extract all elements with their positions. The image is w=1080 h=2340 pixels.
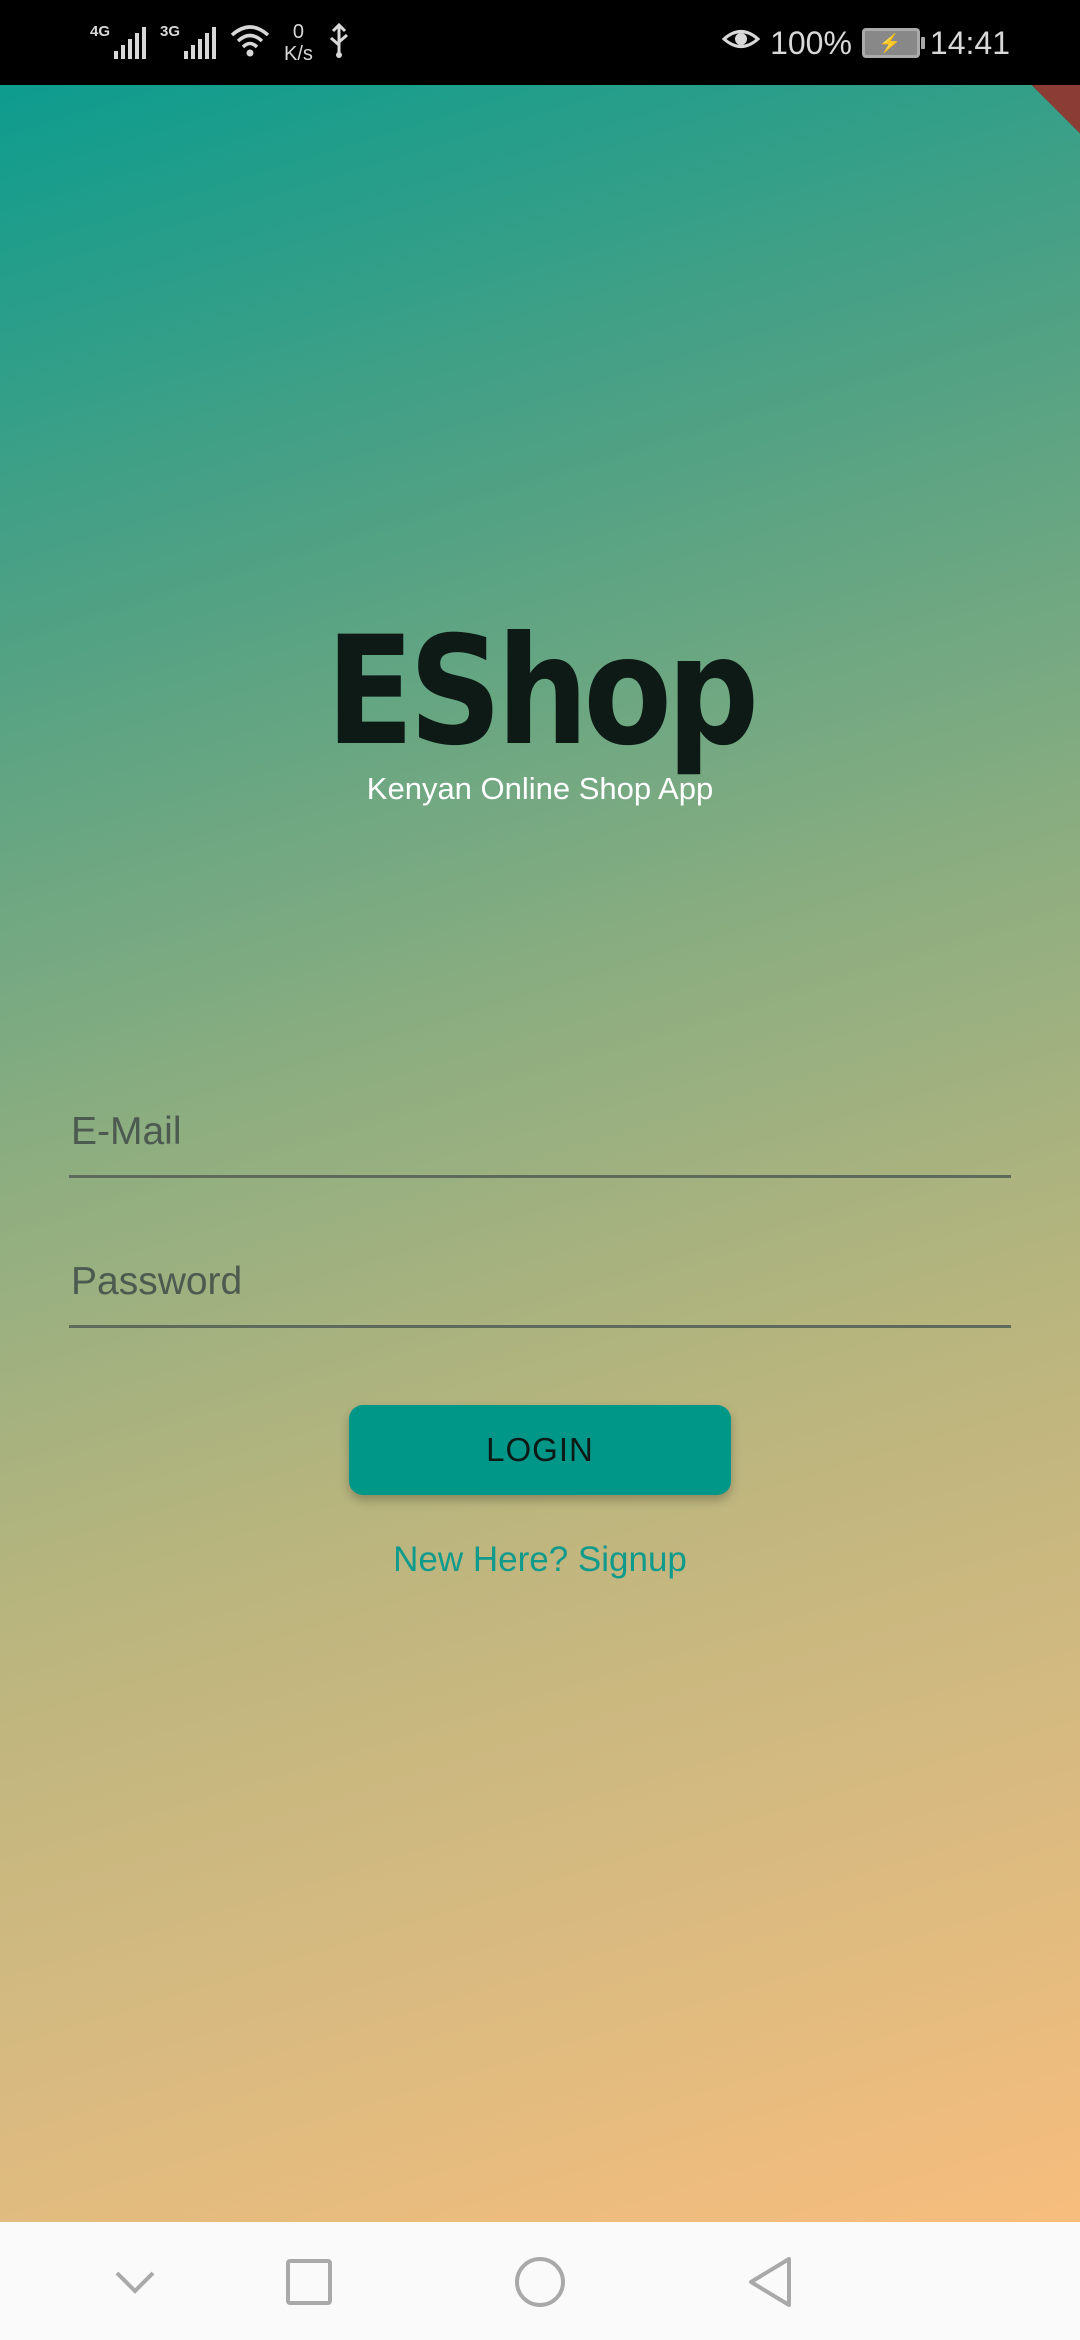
clock: 14:41	[929, 24, 1010, 61]
speed-unit: K/s	[284, 43, 313, 65]
password-field[interactable]	[69, 1235, 1015, 1328]
usb-icon	[327, 22, 351, 64]
email-field[interactable]	[69, 1085, 1015, 1178]
sim1-network-type: 4G	[90, 23, 111, 40]
recents-square-icon[interactable]	[279, 2252, 339, 2312]
speed-value: 0	[292, 21, 305, 43]
debug-ribbon	[999, 85, 1080, 159]
network-speed: 0 K/s	[284, 21, 313, 65]
signup-link[interactable]: New Here? Signup	[0, 1540, 1080, 1580]
chevron-down-icon[interactable]	[105, 2252, 165, 2312]
email-input[interactable]	[69, 1109, 1015, 1155]
battery-icon: ⚡	[861, 28, 925, 58]
navigation-bar	[0, 2222, 1080, 2340]
signal-icon: 4G	[90, 23, 146, 63]
wifi-icon	[230, 23, 270, 64]
eye-icon	[721, 24, 761, 62]
login-button[interactable]: LOGIN	[349, 1405, 731, 1495]
app-subtitle: Kenyan Online Shop App	[366, 771, 714, 806]
home-circle-icon[interactable]	[510, 2252, 570, 2312]
back-triangle-icon[interactable]	[740, 2252, 800, 2312]
sim2-network-type: 3G	[160, 23, 181, 40]
status-bar: 4G 3G 0 K/s 100% ⚡ 14:41	[0, 0, 1080, 85]
battery-percent: 100%	[770, 24, 852, 61]
status-right: 100% ⚡ 14:41	[721, 18, 1010, 68]
status-left: 4G 3G 0 K/s	[90, 18, 351, 68]
signal-icon: 3G	[160, 23, 216, 63]
login-screen: EShop Kenyan Online Shop App LOGIN New H…	[0, 85, 1080, 2222]
password-input[interactable]	[69, 1259, 1015, 1305]
app-title: EShop	[325, 605, 759, 779]
